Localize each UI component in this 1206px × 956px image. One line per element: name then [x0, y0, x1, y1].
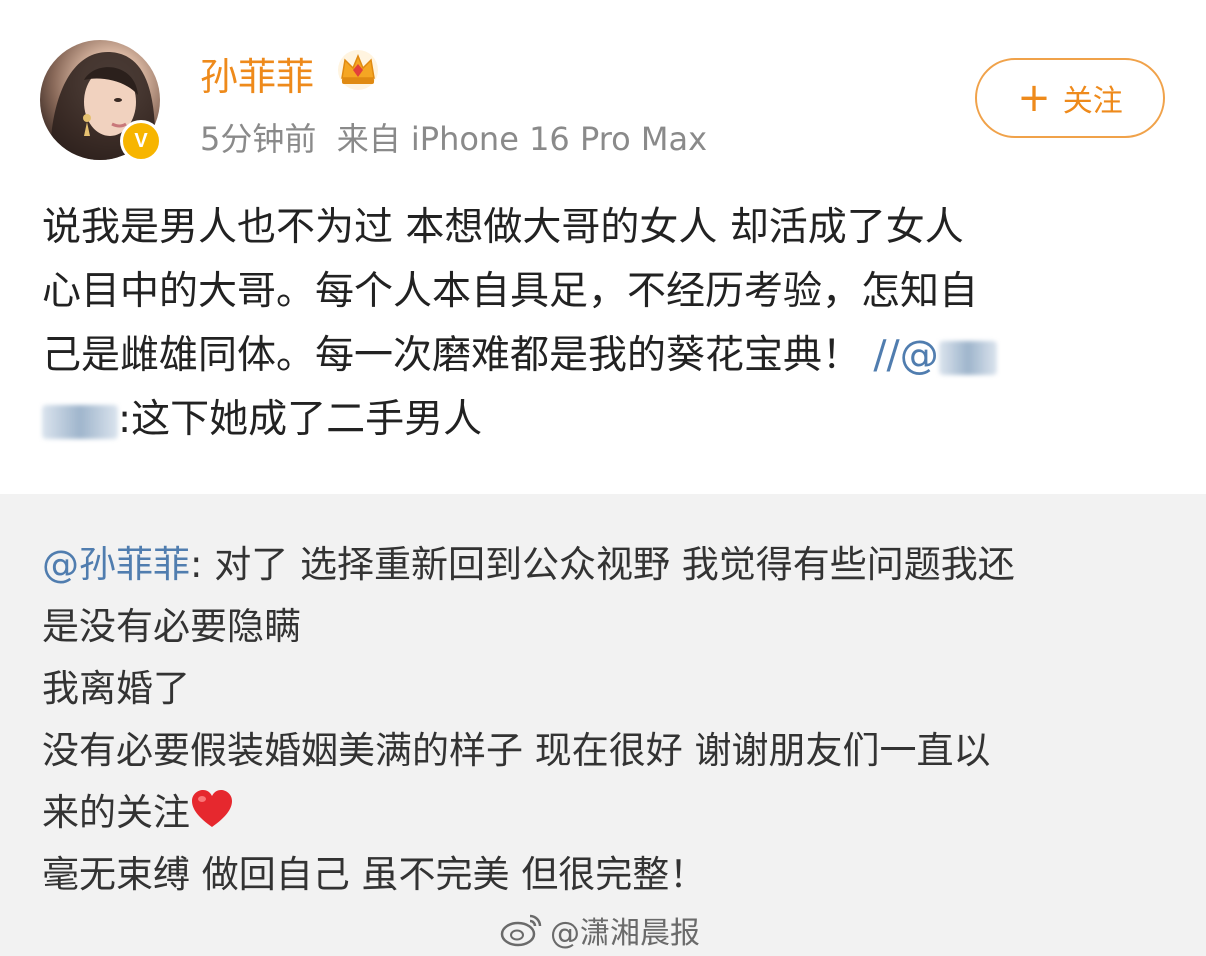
post-line: 心目中的大哥。每个人本自具足，不经历考验，怎知自 [42, 269, 979, 314]
repost-line: 来的关注 [42, 782, 1172, 844]
username[interactable]: 孙菲菲 [200, 46, 314, 101]
repost-line-text: 来的关注 [42, 791, 190, 834]
post-header: V 孙菲菲 5分钟前 来自 iPhone 16 Pro Max + 关注 [0, 0, 1206, 185]
watermark: @潇湘晨报 [500, 908, 700, 952]
blurred-username [938, 340, 997, 375]
post-line: 己是雌雄同体。每一次磨难都是我的葵花宝典！ //@ [42, 324, 1172, 388]
heart-icon [192, 790, 232, 827]
watermark-text: @潇湘晨报 [550, 916, 700, 951]
post-line: 说我是男人也不为过 本想做大哥的女人 却活成了女人 [42, 205, 964, 250]
follow-button[interactable]: + 关注 [975, 58, 1165, 138]
verified-icon: V [120, 120, 162, 162]
crown-icon[interactable] [336, 48, 380, 92]
post-body: 说我是男人也不为过 本想做大哥的女人 却活成了女人 心目中的大哥。每个人本自具足… [42, 196, 1172, 452]
post-meta: 5分钟前 来自 iPhone 16 Pro Max [200, 120, 708, 158]
weibo-icon [500, 914, 542, 947]
repost-body: @孙菲菲: 对了 选择重新回到公众视野 我觉得有些问题我还 是没有必要隐瞒 我离… [42, 534, 1172, 906]
repost-chain-mention[interactable]: //@ [873, 333, 997, 378]
post-line: :这下她成了二手男人 [42, 388, 1172, 452]
repost-line: 毫无束缚 做回自己 虽不完美 但很完整！ [42, 853, 707, 896]
blurred-username[interactable] [42, 404, 118, 439]
follow-label: 关注 [1062, 84, 1123, 119]
repost-author-mention[interactable]: @孙菲菲 [42, 543, 190, 586]
repost-line-text: : 对了 选择重新回到公众视野 我觉得有些问题我还 [190, 543, 1015, 586]
repost-line: @孙菲菲: 对了 选择重新回到公众视野 我觉得有些问题我还 [42, 534, 1172, 596]
repost-line: 我离婚了 [42, 667, 190, 710]
repost-line: 没有必要假装婚姻美满的样子 现在很好 谢谢朋友们一直以 [42, 729, 991, 772]
reposted-content[interactable]: @孙菲菲: 对了 选择重新回到公众视野 我觉得有些问题我还 是没有必要隐瞒 我离… [0, 494, 1206, 956]
repost-line: 是没有必要隐瞒 [42, 605, 301, 648]
post-line-text: :这下她成了二手男人 [118, 397, 483, 442]
plus-icon: + [1017, 75, 1051, 121]
post-line-text: 己是雌雄同体。每一次磨难都是我的葵花宝典！ [42, 333, 862, 378]
